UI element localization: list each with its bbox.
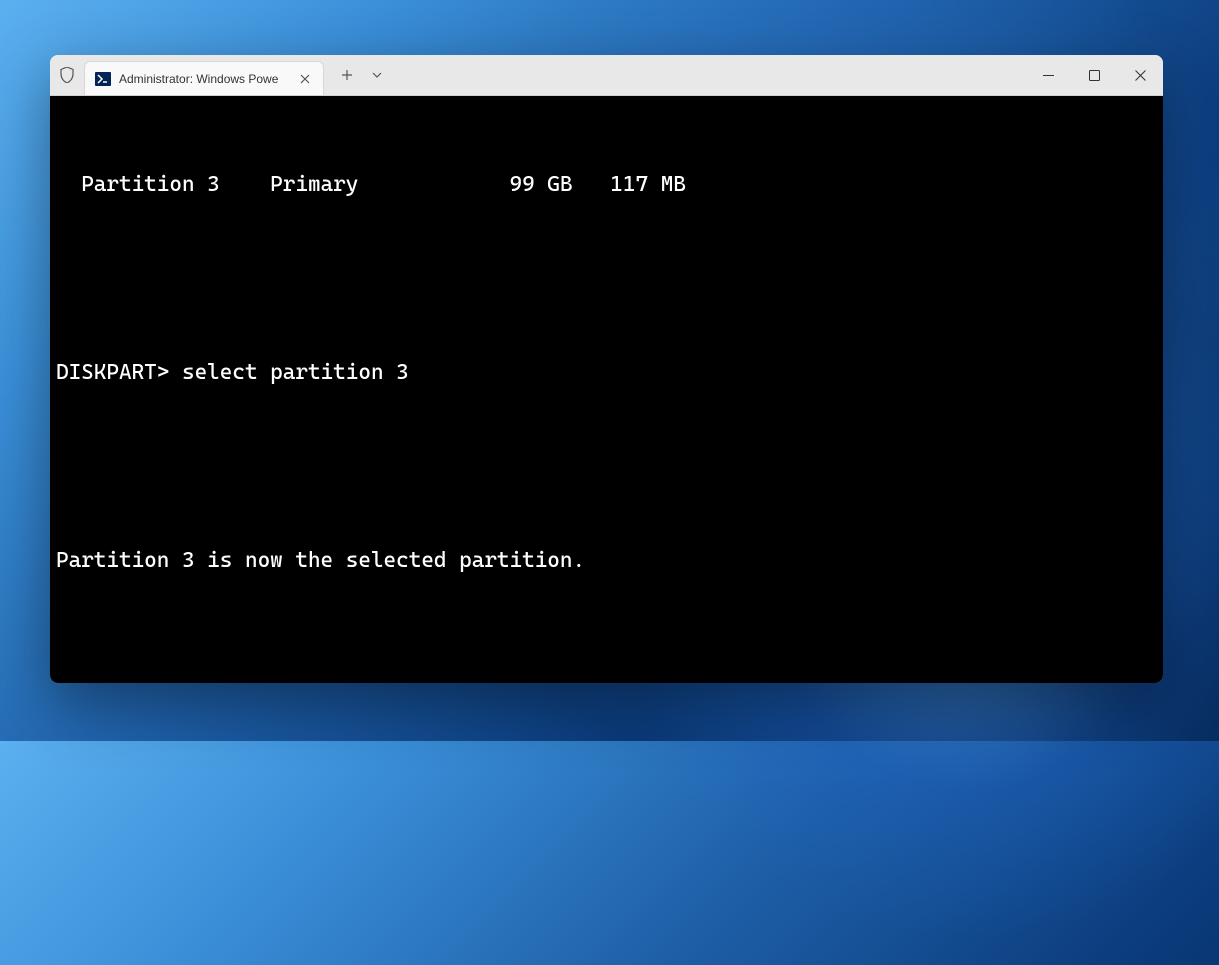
close-window-button[interactable] bbox=[1117, 55, 1163, 95]
diskpart-prompt: DISKPART> bbox=[56, 360, 182, 385]
terminal-output[interactable]: Partition 3 Primary 99 GB 117 MB DISKPAR… bbox=[50, 96, 1163, 683]
command-text: select partition 3 bbox=[182, 360, 409, 385]
tab-dropdown-button[interactable] bbox=[362, 60, 392, 90]
active-tab[interactable]: Administrator: Windows Powe bbox=[84, 61, 324, 95]
window-controls bbox=[1025, 55, 1163, 95]
admin-shield-icon bbox=[50, 67, 84, 83]
close-tab-icon[interactable] bbox=[297, 71, 313, 87]
tab-title: Administrator: Windows Powe bbox=[119, 72, 291, 86]
partition-table-row: Partition 3 Primary 99 GB 117 MB bbox=[56, 169, 1157, 201]
blank-line bbox=[56, 265, 1157, 292]
output-line: Partition 3 is now the selected partitio… bbox=[56, 545, 1157, 577]
minimize-button[interactable] bbox=[1025, 55, 1071, 95]
powershell-icon bbox=[95, 71, 111, 87]
new-tab-button[interactable] bbox=[332, 60, 362, 90]
command-line: DISKPART> select partition 3 bbox=[56, 357, 1157, 389]
blank-line bbox=[56, 642, 1157, 669]
blank-line bbox=[56, 454, 1157, 481]
titlebar[interactable]: Administrator: Windows Powe bbox=[50, 55, 1163, 96]
maximize-button[interactable] bbox=[1071, 55, 1117, 95]
terminal-window: Administrator: Windows Powe bbox=[50, 55, 1163, 683]
